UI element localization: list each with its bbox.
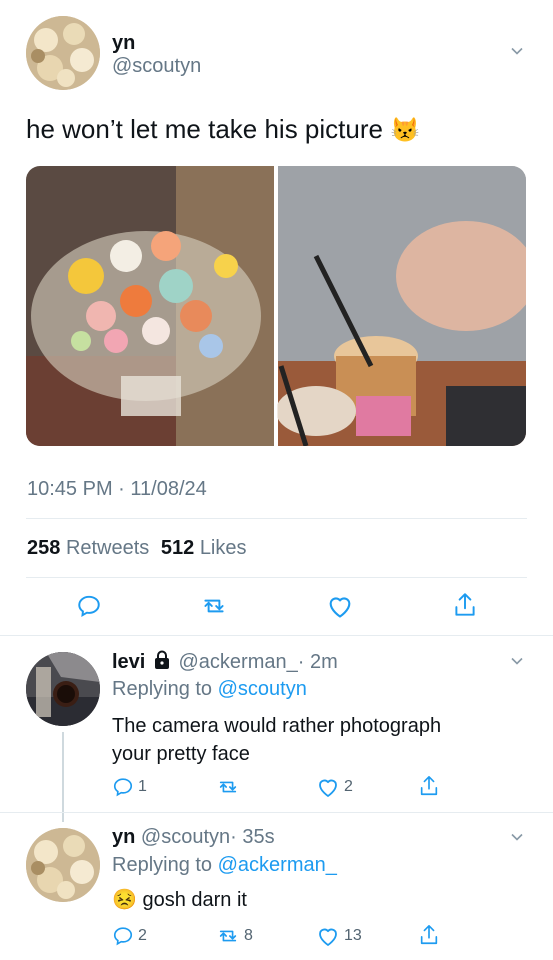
replying-to: Replying to @scoutyn (112, 678, 307, 700)
divider (26, 577, 527, 578)
like-button[interactable]: 13 (316, 925, 362, 947)
reply-icon (113, 927, 133, 946)
display-name[interactable]: yn (112, 32, 135, 55)
lock-icon (153, 650, 171, 676)
media-photos (26, 166, 526, 446)
like-count: 2 (344, 778, 353, 795)
reply-icon (78, 595, 100, 618)
avatar-image (26, 652, 100, 726)
reply-icon (113, 778, 133, 797)
thread-line (62, 732, 64, 822)
share-button[interactable] (418, 774, 440, 803)
display-name[interactable]: levi (112, 651, 145, 673)
like-count: 13 (344, 927, 362, 944)
share-icon (420, 776, 438, 796)
heart-icon (329, 597, 351, 618)
reply-time[interactable]: · 35s (230, 826, 274, 848)
tweet-text-body: he won’t let me take his picture (26, 114, 383, 144)
reply-header: yn @scoutyn· 35s (112, 826, 275, 849)
avatar-image (26, 828, 100, 902)
share-icon (420, 925, 438, 945)
reply-button[interactable]: 1 (112, 776, 147, 798)
retweet-button[interactable]: 8 (216, 925, 253, 947)
tweet-stats: 258 Retweets 512 Likes (27, 537, 247, 560)
reply-count: 1 (138, 778, 147, 795)
tweet-text: he won’t let me take his picture 😾 (26, 114, 420, 145)
more-options-chevron-icon[interactable] (510, 44, 524, 63)
retweet-button[interactable] (216, 776, 240, 803)
pouting-cat-emoji-icon: 😾 (390, 117, 421, 144)
replying-to-handle[interactable]: @ackerman_ (218, 854, 337, 876)
like-button[interactable] (326, 593, 354, 619)
persevering-face-emoji-icon: 😣 (112, 889, 137, 911)
share-button[interactable] (418, 923, 440, 952)
avatar-image (26, 16, 100, 90)
retweet-count: 8 (244, 927, 253, 944)
user-handle[interactable]: @ackerman_ (178, 651, 297, 673)
reply-button[interactable]: 2 (112, 925, 147, 947)
reply-count: 2 (138, 927, 147, 944)
divider (0, 635, 553, 636)
divider (26, 518, 527, 519)
reply-header: levi @ackerman_· 2m (112, 650, 338, 676)
more-options-chevron-icon[interactable] (510, 654, 524, 673)
user-handle[interactable]: @scoutyn (141, 826, 230, 848)
reply-text: 😣 gosh darn it (112, 889, 247, 911)
reply-time[interactable]: · 2m (298, 651, 338, 673)
display-name[interactable]: yn (112, 826, 135, 848)
retweet-icon (219, 930, 237, 942)
like-button[interactable]: 2 (316, 776, 353, 798)
more-options-chevron-icon[interactable] (510, 830, 524, 849)
avatar[interactable] (26, 652, 100, 726)
reply-text: The camera would rather photograph your … (112, 715, 442, 765)
retweet-icon (219, 781, 237, 793)
avatar[interactable] (26, 16, 100, 90)
retweet-button[interactable] (200, 593, 228, 619)
share-icon (455, 593, 475, 616)
tweet-media[interactable] (26, 166, 526, 446)
heart-icon (319, 928, 337, 946)
replying-to: Replying to @ackerman_ (112, 854, 337, 876)
user-handle[interactable]: @scoutyn (112, 55, 201, 78)
replying-to-handle[interactable]: @scoutyn (218, 678, 307, 700)
share-button[interactable] (452, 591, 478, 619)
heart-icon (319, 779, 337, 797)
avatar[interactable] (26, 828, 100, 902)
reply-button[interactable] (76, 593, 102, 619)
retweet-count[interactable]: 258 Retweets (27, 537, 149, 559)
divider (0, 812, 553, 813)
like-count[interactable]: 512 Likes (161, 537, 247, 559)
retweet-icon (204, 599, 224, 613)
tweet-timestamp[interactable]: 10:45 PM · 11/08/24 (27, 478, 207, 501)
